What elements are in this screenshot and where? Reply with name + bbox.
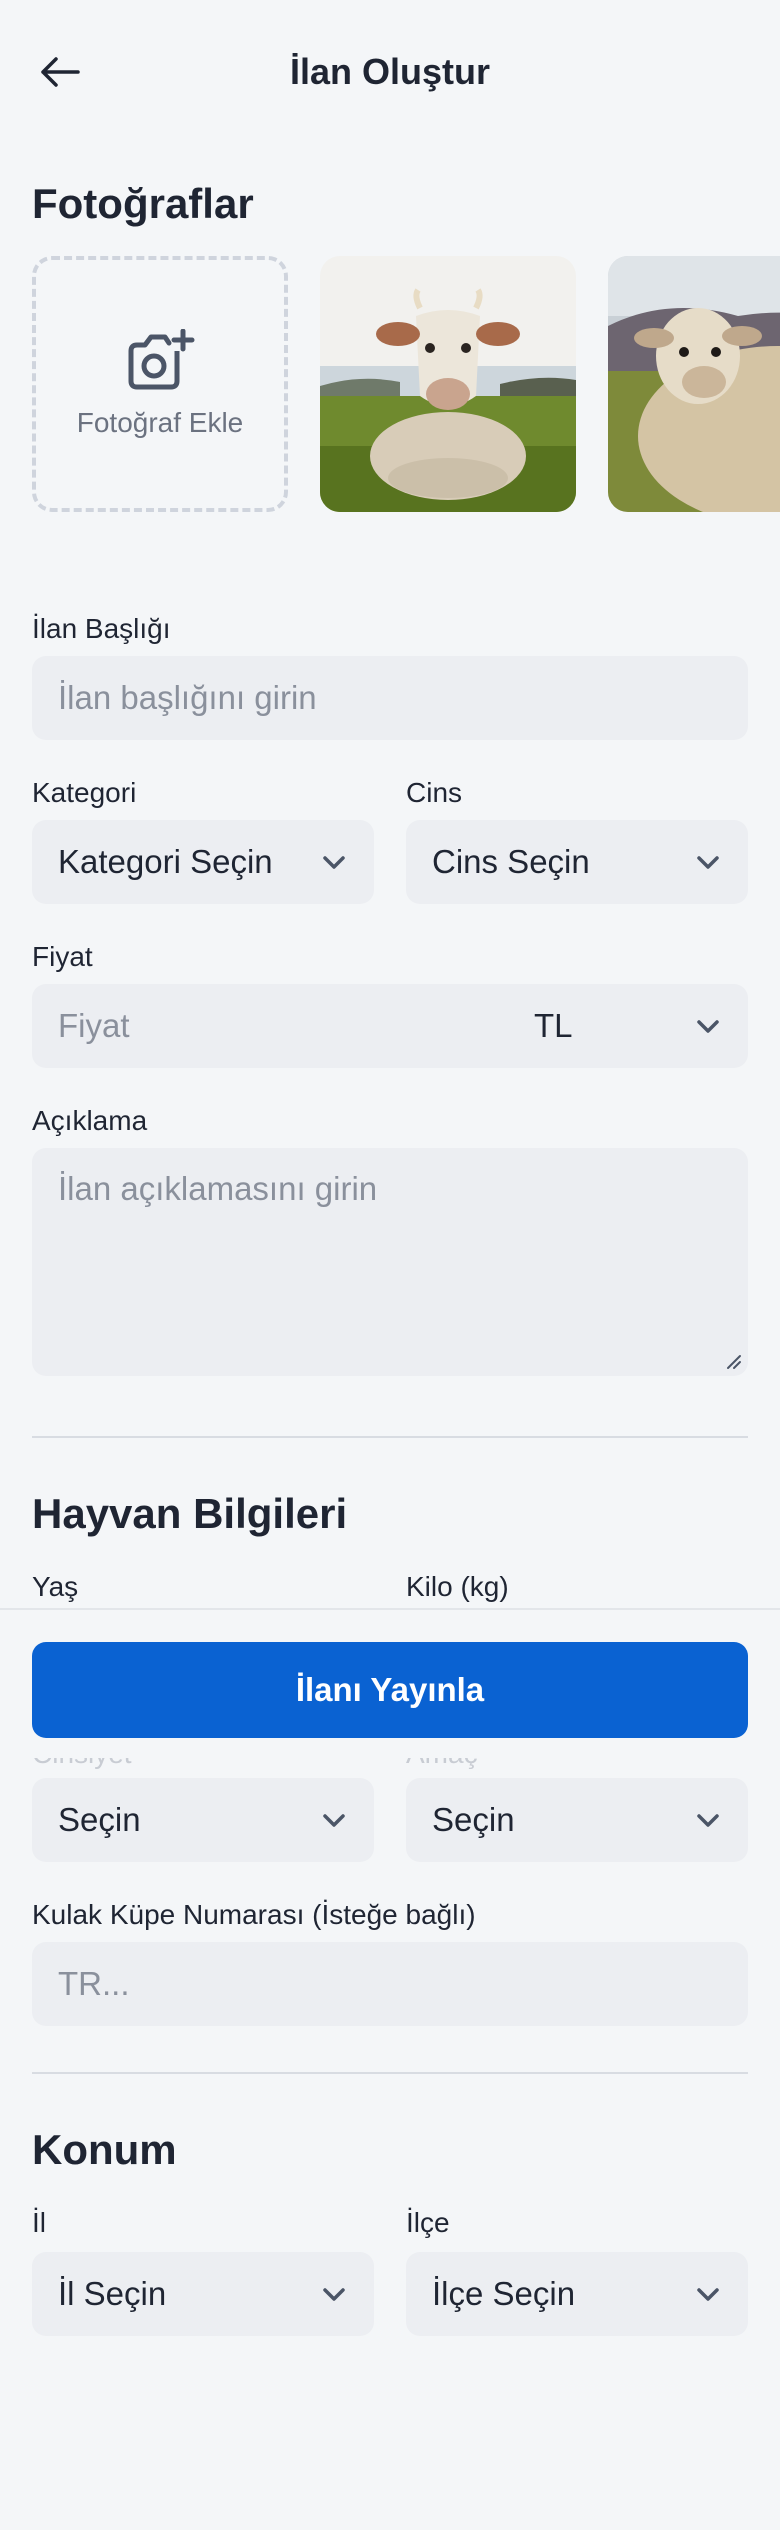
description-textarea[interactable]: İlan açıklamasını girin	[32, 1148, 748, 1376]
purpose-select[interactable]: Seçin	[406, 1778, 748, 1862]
chevron-down-icon	[697, 856, 719, 869]
sheep-photo[interactable]	[608, 256, 780, 512]
ear-tag-input[interactable]: TR...	[32, 1942, 748, 2026]
description-label: Açıklama	[32, 1105, 148, 1136]
photos-section-title: Fotoğraflar	[32, 180, 254, 227]
price-label: Fiyat	[32, 941, 93, 972]
publish-button[interactable]: İlanı Yayınla	[32, 1642, 748, 1738]
category-select[interactable]: Kategori Seçin	[32, 820, 374, 904]
purpose-value: Seçin	[432, 1801, 515, 1838]
add-photo-label: Fotoğraf Ekle	[76, 407, 244, 438]
province-select[interactable]: İl Seçin	[32, 2252, 374, 2336]
photo-strip[interactable]: Fotoğraf Ekle	[32, 256, 780, 512]
title-label: İlan Başlığı	[32, 613, 171, 644]
animal-section-title: Hayvan Bilgileri	[32, 1490, 348, 1537]
camera-plus-icon	[128, 329, 195, 390]
breed-value: Cins Seçin	[432, 843, 590, 880]
section-divider	[32, 1436, 748, 1438]
ear-tag-label: Kulak Küpe Numarası (İsteğe bağlı)	[32, 1899, 476, 1930]
age-label: Yaş	[32, 1571, 79, 1602]
gender-value: Seçin	[58, 1801, 141, 1838]
weight-label: Kilo (kg)	[406, 1571, 509, 1602]
location-section-title: Konum	[32, 2126, 177, 2173]
district-select[interactable]: İlçe Seçin	[406, 2252, 748, 2336]
price-input[interactable]: Fiyat TL	[32, 984, 748, 1068]
publish-bar: İlanı Yayınla	[0, 1608, 780, 1758]
cow-photo[interactable]	[320, 256, 576, 512]
breed-select[interactable]: Cins Seçin	[406, 820, 748, 904]
district-value: İlçe Seçin	[432, 2275, 576, 2312]
ear-tag-placeholder: TR...	[58, 1965, 130, 2002]
chevron-down-icon	[697, 1814, 719, 1827]
province-value: İl Seçin	[58, 2275, 167, 2312]
chevron-down-icon	[323, 1814, 345, 1827]
description-placeholder: İlan açıklamasını girin	[58, 1170, 378, 1207]
gender-select[interactable]: Seçin	[32, 1778, 374, 1862]
top-bar: İlan Oluştur	[0, 0, 780, 145]
resize-handle-icon[interactable]	[724, 1352, 742, 1370]
chevron-down-icon	[697, 2288, 719, 2301]
add-photo-button[interactable]: Fotoğraf Ekle	[32, 256, 288, 512]
breed-label: Cins	[406, 777, 463, 808]
price-placeholder: Fiyat	[58, 1007, 130, 1044]
district-label: İlçe	[406, 2207, 450, 2238]
province-label: İl	[32, 2207, 46, 2238]
chevron-down-icon	[697, 1020, 719, 1033]
chevron-down-icon	[323, 2288, 345, 2301]
category-value: Kategori Seçin	[58, 843, 273, 880]
chevron-down-icon	[323, 856, 345, 869]
page-title: İlan Oluştur	[289, 51, 491, 92]
title-input[interactable]: İlan başlığını girin	[32, 656, 748, 740]
section-divider	[32, 2072, 748, 2074]
category-label: Kategori	[32, 777, 137, 808]
currency-select[interactable]: TL	[534, 1007, 573, 1045]
title-placeholder: İlan başlığını girin	[58, 679, 317, 716]
